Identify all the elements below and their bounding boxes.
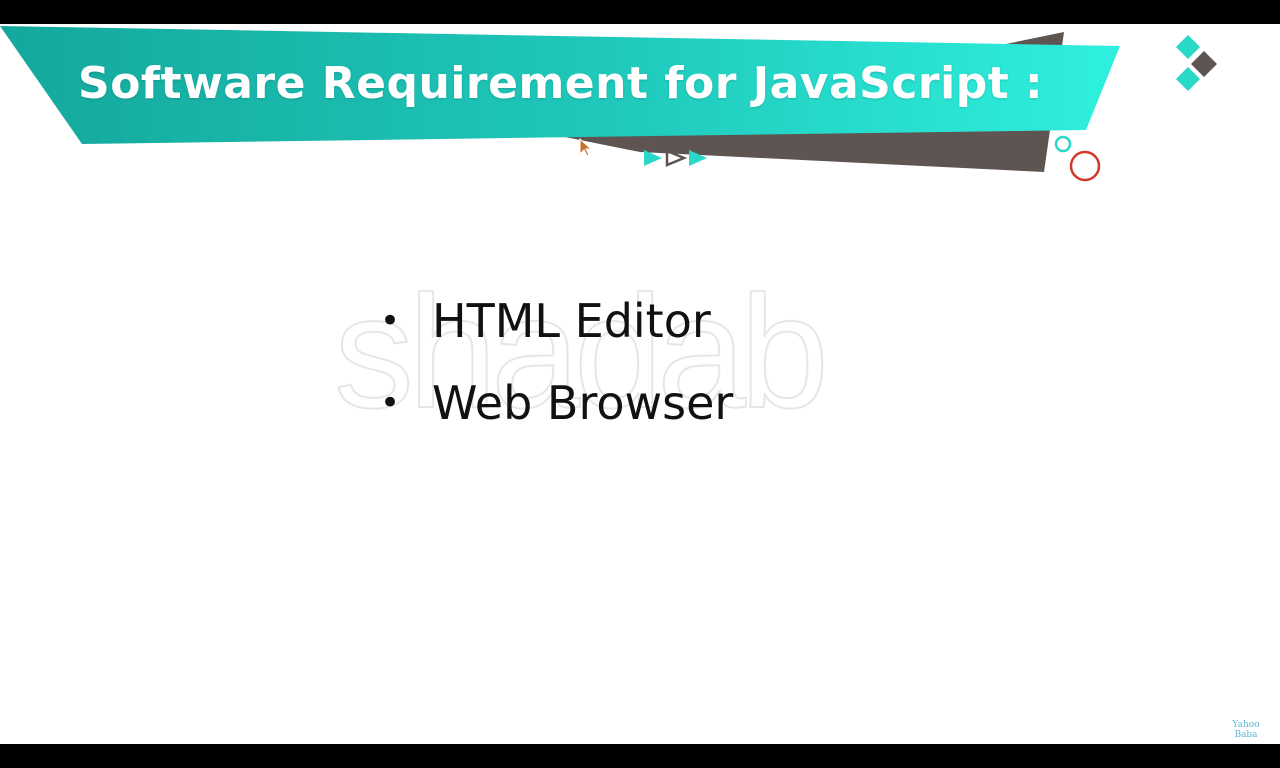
channel-logo-line2: Baba	[1234, 730, 1258, 740]
diamond-cluster-icon	[1176, 35, 1217, 91]
requirements-list: • HTML Editor • Web Browser	[380, 280, 733, 444]
video-frame: Software Requirement for JavaScript : sh…	[0, 0, 1280, 768]
channel-logo: Yahoo Baba	[1226, 720, 1266, 740]
mouse-cursor-icon	[579, 138, 593, 157]
presentation-slide: Software Requirement for JavaScript : sh…	[0, 24, 1280, 744]
circle-outline-icon	[1054, 135, 1072, 153]
bullet-icon: •	[380, 301, 401, 341]
list-item: • HTML Editor	[380, 280, 733, 362]
list-item-label: HTML Editor	[432, 294, 711, 348]
circle-outline-icon	[1069, 150, 1101, 182]
bullet-icon: •	[380, 383, 401, 423]
list-item-label: Web Browser	[432, 376, 734, 430]
slide-title: Software Requirement for JavaScript :	[78, 58, 1044, 109]
list-item: • Web Browser	[380, 362, 733, 444]
title-banner-graphic	[0, 26, 1217, 182]
channel-logo-line1: Yahoo	[1232, 720, 1260, 730]
